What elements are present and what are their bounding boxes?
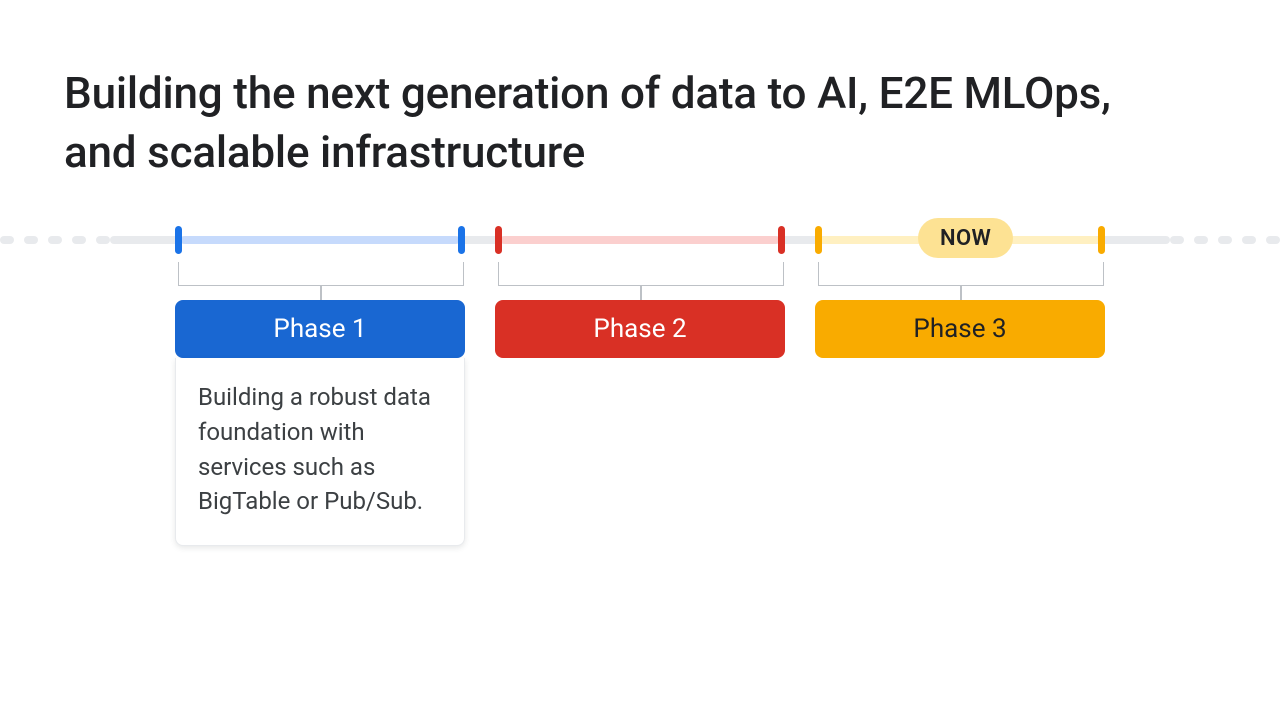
slide-title: Building the next generation of data to …	[64, 64, 1184, 183]
phase2-end-tick	[778, 226, 785, 254]
phase1-label: Phase 1	[175, 300, 465, 358]
phase2-bracket-stem	[640, 286, 642, 300]
timeline-rail: NOW	[0, 232, 1280, 248]
phase3-end-tick	[1098, 226, 1105, 254]
rail-dashed-right	[1170, 236, 1280, 244]
phase1-start-tick	[175, 226, 182, 254]
phase1-description-text: Building a robust data foundation with s…	[198, 383, 431, 515]
phase2-label: Phase 2	[495, 300, 785, 358]
phase1-bracket	[178, 262, 464, 286]
phase3-bracket-stem	[960, 286, 962, 300]
phase1-description-card: Building a robust data foundation with s…	[175, 358, 465, 546]
now-badge: NOW	[918, 218, 1013, 258]
phase3-start-tick	[815, 226, 822, 254]
phase2-segment	[501, 236, 779, 244]
phase1-segment	[181, 236, 459, 244]
phase2-bracket	[498, 262, 784, 286]
phase3-bracket	[818, 262, 1104, 286]
phase2-start-tick	[495, 226, 502, 254]
phase3-label: Phase 3	[815, 300, 1105, 358]
phase1-bracket-stem	[320, 286, 322, 300]
phase1-end-tick	[458, 226, 465, 254]
